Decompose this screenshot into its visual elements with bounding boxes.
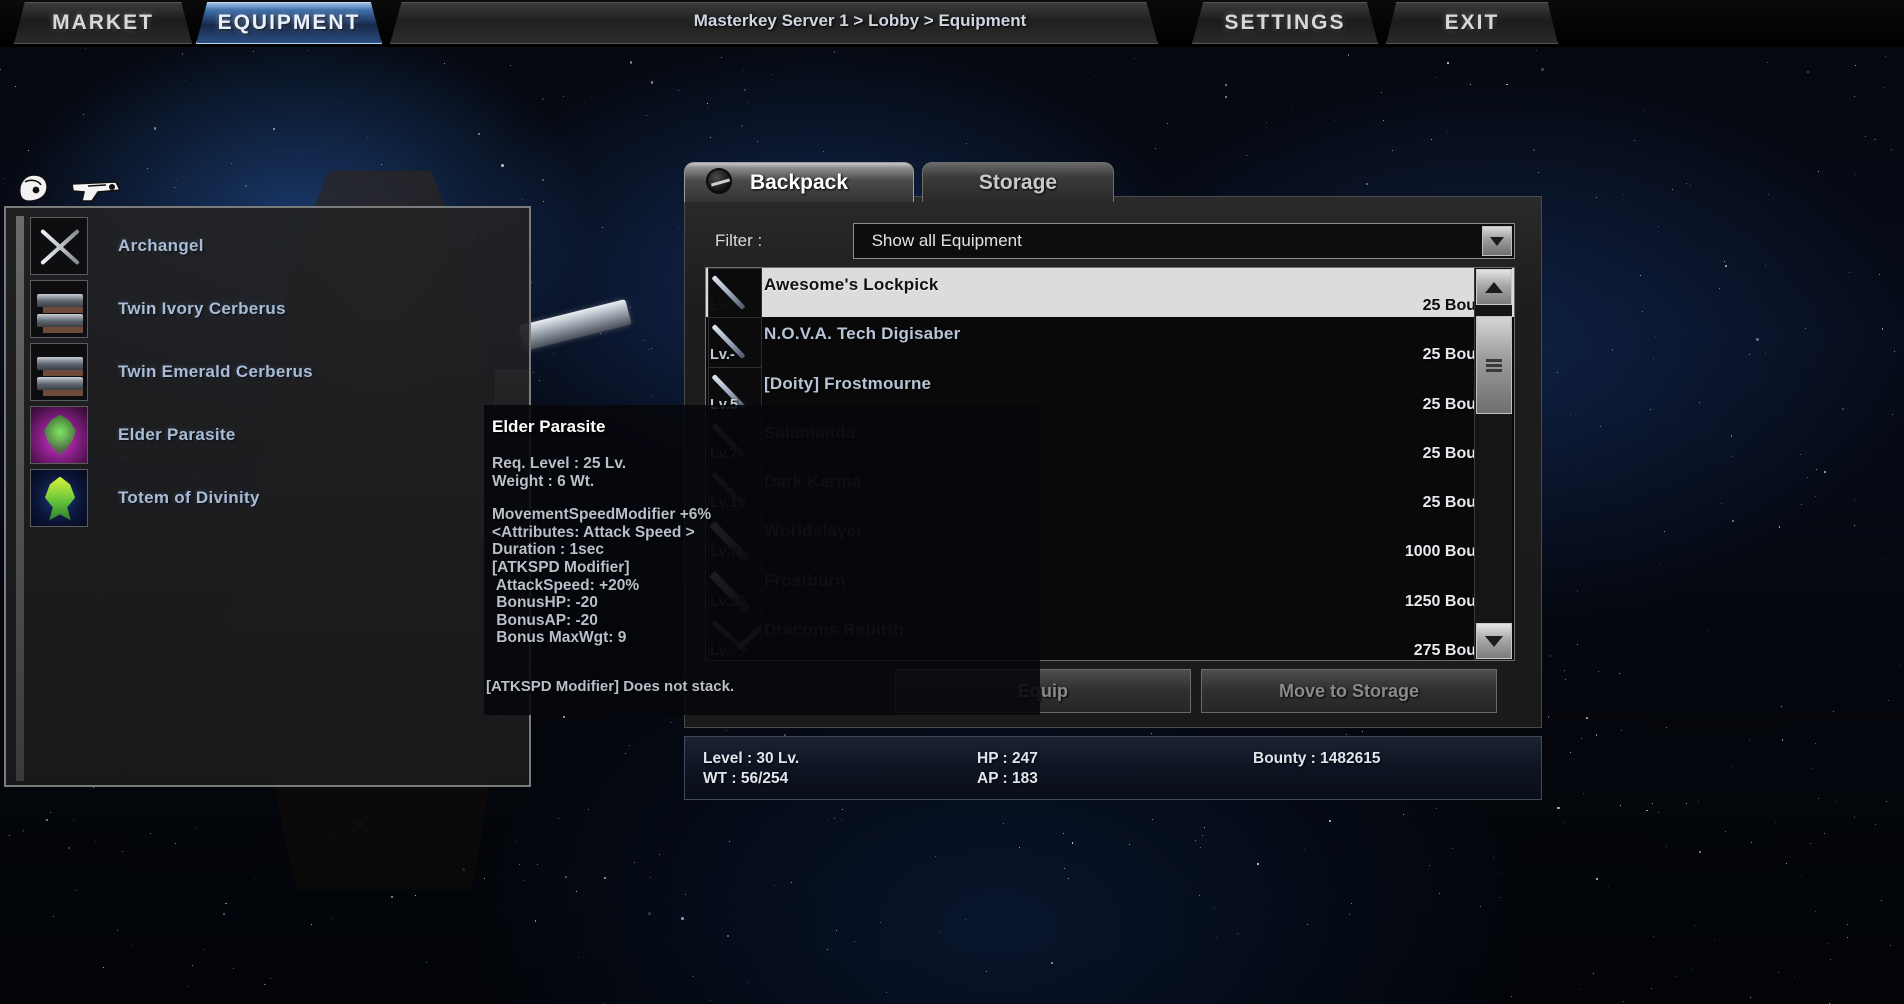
item-thumbnail — [30, 279, 88, 338]
tooltip-line: Duration : 1sec — [492, 541, 604, 559]
tooltip-line: Req. Level : 25 Lv. — [492, 455, 627, 472]
chevron-down-icon[interactable] — [1482, 226, 1512, 256]
tooltip-spacer — [490, 490, 1040, 506]
equipped-item-name: Archangel — [118, 235, 204, 255]
inventory-scrollbar[interactable] — [1474, 268, 1512, 660]
item-name: [Doity] Frostmourne — [764, 373, 932, 393]
equipped-item-name: Elder Parasite — [118, 424, 236, 444]
pistol-icon[interactable] — [68, 172, 124, 206]
inventory-row[interactable]: Awesome's Lockpick Lv.- 25 Bounty — [706, 268, 1514, 322]
filter-dropdown[interactable]: Show all Equipment — [852, 223, 1515, 259]
inventory-row[interactable]: N.O.V.A. Tech Digisaber Lv.- 25 Bounty — [706, 317, 1514, 372]
equipped-slot-row[interactable]: Elder Parasite — [26, 403, 526, 466]
move-to-storage-button[interactable]: Move to Storage — [1201, 669, 1497, 713]
item-tooltip: Elder Parasite Req. Level : 25 Lv. Weigh… — [484, 405, 1040, 715]
tooltip-line: [ATKSPD Modifier] — [492, 558, 630, 576]
status-weight: WT : 56/254 — [703, 770, 789, 787]
panel-rail — [16, 216, 24, 781]
nav-tab-market[interactable]: MARKET — [14, 2, 192, 44]
filter-selected-value: Show all Equipment — [871, 231, 1022, 250]
helmet-icon[interactable] — [14, 172, 50, 206]
nav-tab-equipment[interactable]: EQUIPMENT — [196, 2, 382, 44]
scroll-down-icon[interactable] — [1476, 623, 1512, 659]
item-name: N.O.V.A. Tech Digisaber — [764, 324, 961, 344]
item-thumbnail — [30, 216, 88, 275]
player-status-bar: Level : 30 Lv. WT : 56/254 HP : 247 AP :… — [684, 736, 1542, 800]
status-level: Level : 30 Lv. — [703, 750, 800, 767]
breadcrumb: Masterkey Server 1 > Lobby > Equipment — [693, 11, 1027, 30]
item-thumbnail — [30, 468, 88, 527]
tooltip-line: Weight : 6 Wt. — [492, 472, 595, 490]
item-thumbnail — [30, 405, 88, 464]
scrollbar-thumb[interactable] — [1476, 316, 1512, 414]
tab-storage[interactable]: Storage — [922, 162, 1114, 202]
tooltip-footer-note: [ATKSPD Modifier] Does not stack. — [486, 678, 735, 695]
nav-tab-settings[interactable]: SETTINGS — [1192, 2, 1378, 44]
equipped-slot-row[interactable]: Twin Ivory Cerberus — [26, 277, 526, 340]
equipped-item-name: Totem of Divinity — [118, 487, 260, 507]
item-thumbnail — [30, 342, 88, 401]
status-hp: HP : 247 — [977, 750, 1038, 767]
equipped-item-name: Twin Emerald Cerberus — [118, 361, 313, 381]
equip-category-icons — [10, 172, 140, 208]
equipped-slot-row[interactable]: Totem of Divinity — [26, 466, 526, 529]
equipped-item-name: Twin Ivory Cerberus — [118, 298, 286, 318]
item-level: Lv.- — [710, 347, 735, 364]
equipped-slot-row[interactable]: Archangel — [26, 214, 526, 277]
status-bounty: Bounty : 1482615 — [1253, 750, 1381, 767]
tooltip-title: Elder Parasite — [492, 417, 606, 436]
equipped-items-panel: Archangel Twin Ivory Cerberus Twin Emera… — [4, 206, 531, 787]
tooltip-line: BonusHP: -20 — [492, 594, 598, 612]
tooltip-line: MovementSpeedModifier +6% — [492, 506, 712, 524]
item-name: Awesome's Lockpick — [764, 275, 939, 294]
backpack-emblem-icon — [706, 168, 732, 194]
nav-tab-exit[interactable]: EXIT — [1386, 2, 1558, 44]
scroll-up-icon[interactable] — [1476, 269, 1512, 305]
status-ap: AP : 183 — [977, 770, 1038, 787]
filter-row: Filter : Show all Equipment — [715, 223, 1515, 259]
tooltip-line: Bonus MaxWgt: 9 — [492, 629, 627, 647]
equipped-items-list: Archangel Twin Ivory Cerberus Twin Emera… — [26, 214, 526, 529]
tooltip-line: <Attributes: Attack Speed > — [492, 523, 695, 541]
tooltip-line: AttackSpeed: +20% — [492, 576, 640, 594]
item-level: Lv.- — [710, 298, 735, 314]
filter-label: Filter : — [715, 231, 763, 250]
equipped-slot-row[interactable]: Twin Emerald Cerberus — [26, 340, 526, 403]
tooltip-line: BonusAP: -20 — [492, 611, 598, 629]
